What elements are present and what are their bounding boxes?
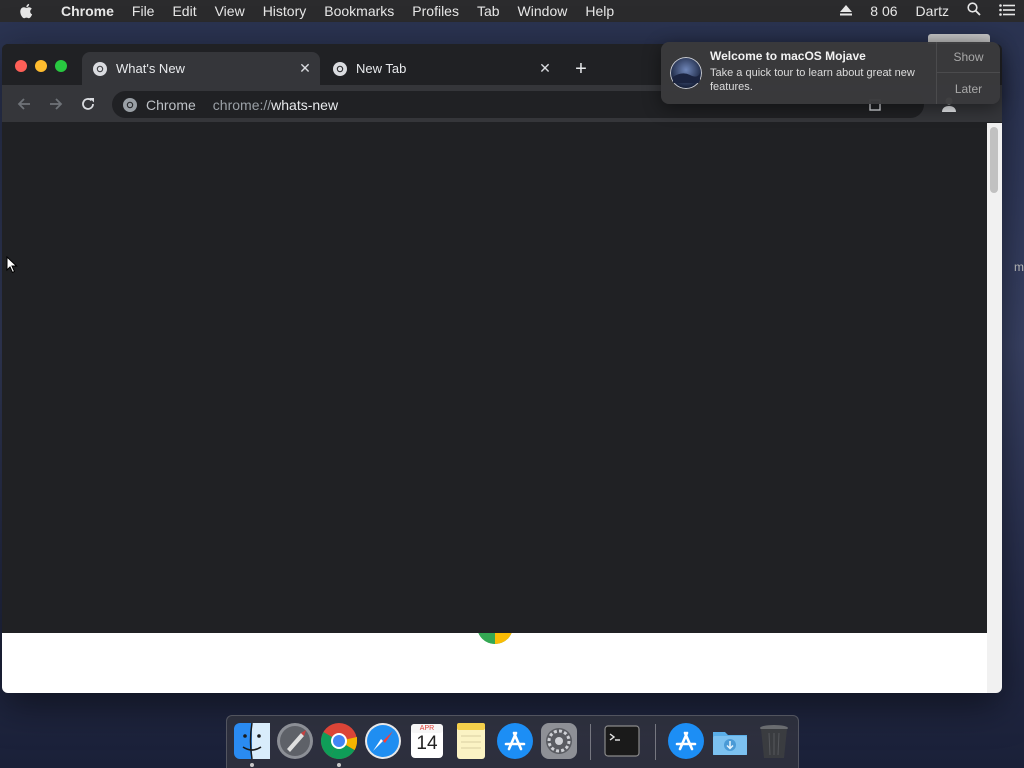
browser-window: What's New ✕ New Tab ✕ + Chrome chrome:/… [2,44,1002,693]
notification-title: Welcome to macOS Mojave [710,49,866,63]
eject-icon[interactable] [831,0,861,22]
chrome-favicon-icon [332,61,348,77]
calendar-month: APR [419,725,435,732]
spotlight-search-icon[interactable] [958,0,990,22]
finder-icon[interactable] [232,721,272,761]
downloads-folder-icon[interactable] [710,721,750,761]
notification-center-icon[interactable] [990,0,1024,22]
calendar-day: 14 [416,733,438,754]
menu-profiles[interactable]: Profiles [403,0,468,22]
menu-tab[interactable]: Tab [468,0,509,22]
tab-title: What's New [116,61,185,76]
system-preferences-icon[interactable] [539,721,579,761]
dock-separator [655,724,656,760]
chrome-favicon-icon [92,61,108,77]
tab-whats-new[interactable]: What's New ✕ [82,52,320,85]
tab-new-tab[interactable]: New Tab ✕ [322,52,560,85]
reload-icon[interactable] [78,94,98,114]
safari-icon[interactable] [363,721,403,761]
chrome-logo-icon [476,633,514,645]
terminal-icon[interactable] [602,721,642,761]
close-tab-icon[interactable]: ✕ [536,60,554,78]
menu-user-name[interactable]: Dartz [907,0,958,22]
close-tab-icon[interactable]: ✕ [296,60,314,78]
menu-help[interactable]: Help [576,0,623,22]
menu-window[interactable]: Window [509,0,577,22]
fullscreen-window-button[interactable] [55,60,67,72]
calendar-icon[interactable]: APR 14 [407,721,447,761]
finder-running-indicator [250,763,254,767]
apple-icon[interactable] [19,3,37,19]
trash-icon[interactable] [754,721,794,761]
chrome-running-indicator [337,763,341,767]
scrollbar-thumb[interactable] [990,127,998,193]
notes-icon[interactable] [451,721,491,761]
menu-edit[interactable]: Edit [163,0,205,22]
menu-history[interactable]: History [254,0,316,22]
page-content-dark [2,123,987,633]
menu-clock[interactable]: 8 06 [861,0,906,22]
chrome-app-icon[interactable] [319,721,359,761]
notification-later-button[interactable]: Later [937,73,1000,104]
tab-title: New Tab [356,61,407,76]
chrome-site-icon [122,97,138,113]
launchpad-icon[interactable] [275,721,315,761]
omnibox-divider [206,97,207,113]
applications-folder-icon[interactable] [666,721,706,761]
menu-bar: Chrome File Edit View History Bookmarks … [0,0,1024,22]
notification-show-button[interactable]: Show [937,42,1000,73]
menu-file[interactable]: File [123,0,164,22]
mojave-app-icon [670,57,702,89]
mouse-pointer-icon [6,255,18,274]
desktop-edge-label: m [1014,260,1024,274]
url-host: whats-new [271,96,339,113]
forward-arrow-icon[interactable] [46,94,66,114]
url-scheme: chrome:// [212,96,272,113]
notification-text: Take a quick tour to learn about great n… [710,67,915,93]
site-chip-label: Chrome [146,96,196,113]
menu-view[interactable]: View [206,0,254,22]
minimize-window-button[interactable] [35,60,47,72]
page-scrollbar[interactable] [987,123,1002,693]
back-arrow-icon[interactable] [14,94,34,114]
dock: APR 14 [226,715,799,768]
notification-banner[interactable]: Welcome to macOS Mojave Take a quick tou… [661,42,1000,104]
menu-bookmarks[interactable]: Bookmarks [315,0,403,22]
dock-separator [590,724,591,760]
app-store-icon[interactable] [495,721,535,761]
menu-app-name[interactable]: Chrome [52,0,123,22]
new-tab-plus-icon[interactable]: + [570,58,592,80]
close-window-button[interactable] [15,60,27,72]
